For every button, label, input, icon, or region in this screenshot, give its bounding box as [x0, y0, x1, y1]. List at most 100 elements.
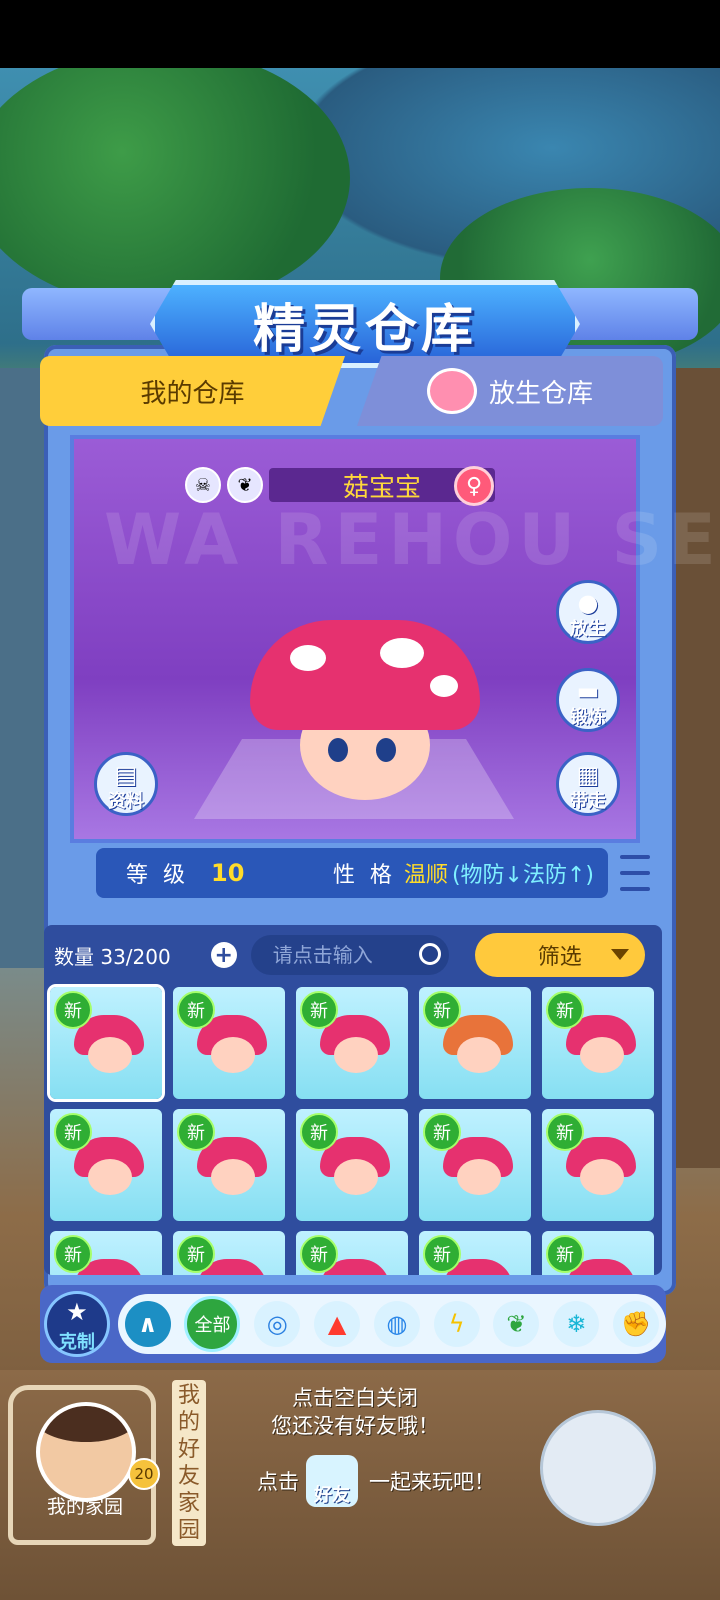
- pet-slot[interactable]: 新: [50, 1231, 162, 1275]
- type-all-button[interactable]: 全部: [184, 1296, 241, 1352]
- pet-thumbnail-body: [88, 1159, 132, 1195]
- new-badge: 新: [177, 1235, 215, 1273]
- expand-capacity-button[interactable]: +: [210, 942, 237, 968]
- counter-label: 克制: [58, 1332, 95, 1353]
- pet-thumbnail-body: [211, 1037, 255, 1073]
- document-icon: ▤: [114, 761, 138, 789]
- pet-thumbnail-body: [211, 1159, 255, 1195]
- info-button[interactable]: ▤ 资料: [94, 752, 158, 816]
- new-badge: 新: [423, 991, 461, 1029]
- grass-type-icon: ❦: [227, 467, 263, 503]
- new-badge: 新: [546, 991, 584, 1029]
- nature-label: 性 格: [332, 863, 396, 888]
- new-badge: 新: [423, 1235, 461, 1273]
- title-banner: 精灵仓库: [150, 280, 580, 368]
- basket-icon: ▦: [576, 761, 600, 789]
- dumbbell-icon: ▬: [576, 677, 600, 705]
- pet-thumbnail-body: [457, 1159, 501, 1195]
- pet-slot[interactable]: 新: [173, 987, 285, 1099]
- cap-spot: [290, 645, 326, 671]
- new-badge: 新: [300, 1113, 338, 1151]
- new-badge: 新: [546, 1235, 584, 1273]
- pet-thumbnail-body: [580, 1159, 624, 1195]
- filter-button[interactable]: 筛选: [474, 933, 645, 977]
- level-label: 等 级: [126, 863, 189, 888]
- filter-label: 筛选: [537, 945, 582, 970]
- pet-thumbnail-body: [88, 1037, 132, 1073]
- pet-slot[interactable]: 新: [50, 987, 162, 1099]
- info-label: 资料: [108, 791, 144, 812]
- friends-button[interactable]: 好友: [306, 1455, 358, 1507]
- my-home-label: 我的家园: [46, 1496, 123, 1518]
- release-label: 放生: [570, 619, 606, 640]
- collapse-up-icon[interactable]: ∧: [124, 1301, 171, 1347]
- new-badge: 新: [177, 991, 215, 1029]
- poison-type-icon: ☠: [185, 467, 221, 503]
- tree: [0, 68, 350, 308]
- pet-slot[interactable]: 新: [419, 1231, 531, 1275]
- grass-type-icon[interactable]: ❦: [493, 1301, 540, 1347]
- type-counter-button[interactable]: ★ 克制: [44, 1291, 110, 1357]
- pet-slot[interactable]: 新: [419, 987, 531, 1099]
- pet-slot[interactable]: 新: [173, 1109, 285, 1221]
- water-type-icon[interactable]: ◍: [373, 1301, 420, 1347]
- tab-label: 我的仓库: [140, 378, 245, 409]
- pet-name-bar: ☠ ❦ 菇宝宝: [185, 465, 495, 505]
- electric-type-icon[interactable]: ϟ: [433, 1301, 480, 1347]
- watermark-text: WA REHOU SE: [104, 499, 720, 581]
- forge-button[interactable]: ▬ 锻炼: [556, 668, 620, 732]
- type-list: ∧ 全部 ◎ ▲ ◍ ϟ ❦ ❄ ✊: [117, 1294, 666, 1354]
- pet-cap: [250, 620, 480, 730]
- pet-slot[interactable]: 新: [542, 1109, 654, 1221]
- search-icon[interactable]: [418, 943, 441, 965]
- pet-model[interactable]: [250, 620, 480, 820]
- nature-effect: (物防↓法防↑): [451, 863, 594, 888]
- new-badge: 新: [423, 1113, 461, 1151]
- pet-slot[interactable]: 新: [173, 1231, 285, 1275]
- pet-grid: 新新新新新新新新新新新新新新新: [50, 987, 654, 1275]
- search-box[interactable]: [250, 935, 449, 975]
- pet-slot[interactable]: 新: [542, 987, 654, 1099]
- new-badge: 新: [300, 991, 338, 1029]
- tab-my-warehouse[interactable]: 我的仓库: [40, 356, 345, 426]
- fire-type-icon[interactable]: ▲: [314, 1301, 361, 1347]
- pet-slot[interactable]: 新: [296, 987, 408, 1099]
- avatar[interactable]: [36, 1402, 136, 1502]
- friends-homes-title: 我的好友家园: [172, 1380, 206, 1546]
- nature-value: 温顺: [403, 863, 448, 888]
- release-icon: ●: [577, 589, 599, 617]
- type-filter-bar: ★ 克制 ∧ 全部 ◎ ▲ ◍ ϟ ❦ ❄ ✊: [40, 1285, 666, 1363]
- take-along-button[interactable]: ▦ 带走: [556, 752, 620, 816]
- type-all-label: 全部: [194, 1315, 231, 1336]
- page-title: 精灵仓库: [252, 299, 477, 360]
- pet-thumbnail-body: [334, 1159, 378, 1195]
- new-badge: 新: [54, 991, 92, 1029]
- no-friends-text: 您还没有好友哦！: [271, 1414, 439, 1438]
- new-badge: 新: [546, 1113, 584, 1151]
- list-toolbar: 数量 33/200 + 筛选: [44, 925, 662, 985]
- tap-to-close-text: 点击空白关闭: [292, 1386, 418, 1410]
- forge-label: 锻炼: [570, 707, 606, 728]
- fighting-type-icon[interactable]: ✊: [613, 1301, 660, 1347]
- normal-type-icon[interactable]: ◎: [254, 1301, 301, 1347]
- cap-spot: [380, 638, 424, 668]
- ice-type-icon[interactable]: ❄: [553, 1301, 600, 1347]
- menu-icon[interactable]: [620, 855, 650, 891]
- release-button[interactable]: ● 放生: [556, 580, 620, 644]
- pet-slot[interactable]: 新: [542, 1231, 654, 1275]
- tab-release-warehouse[interactable]: 放生仓库: [357, 356, 663, 426]
- pet-slot[interactable]: 新: [419, 1109, 531, 1221]
- female-gender-icon: ♀: [454, 466, 494, 506]
- search-input[interactable]: [270, 942, 415, 968]
- click-text: 点击: [257, 1470, 299, 1494]
- new-badge: 新: [54, 1113, 92, 1151]
- star-icon: ★: [66, 1298, 88, 1326]
- chevron-down-icon: [610, 949, 629, 960]
- pet-slot[interactable]: 新: [50, 1109, 162, 1221]
- new-badge: 新: [177, 1113, 215, 1151]
- pet-slot[interactable]: 新: [296, 1231, 408, 1275]
- pet-slot[interactable]: 新: [296, 1109, 408, 1221]
- take-along-label: 带走: [570, 791, 606, 812]
- pet-eye: [376, 738, 396, 762]
- pet-list-panel: 数量 33/200 + 筛选 新新新新新新新新新新新新新新新: [44, 925, 662, 1275]
